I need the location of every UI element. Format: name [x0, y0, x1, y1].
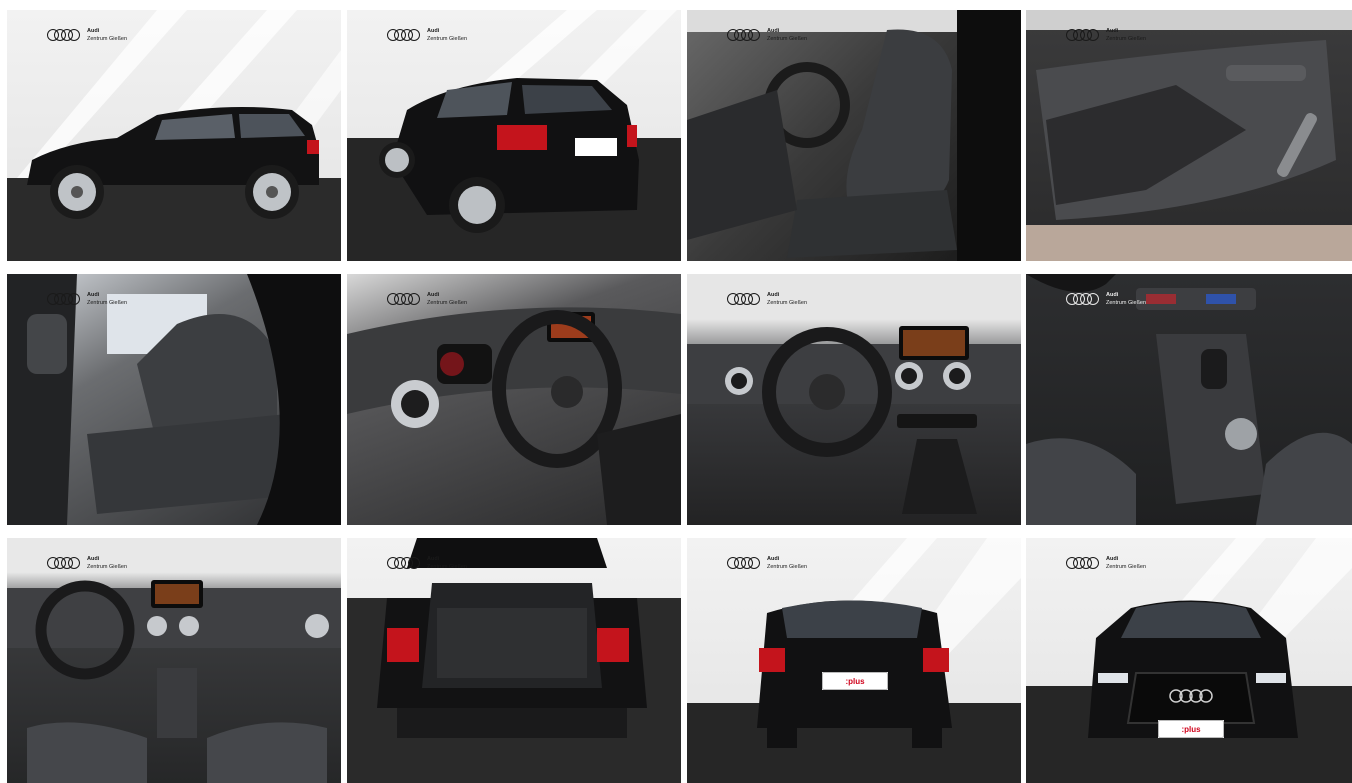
gallery-photo-rear-three-quarter[interactable]: Audi Zentrum Gießen [347, 10, 681, 261]
logo-brand: Audi [767, 292, 780, 298]
center-console-icon [1026, 274, 1352, 525]
gallery-photo-cockpit-overview[interactable]: Audi Zentrum Gießen [7, 538, 341, 783]
gallery-photo-door-panel[interactable]: Audi Zentrum Gießen [1026, 10, 1352, 261]
audi-rings-icon [727, 293, 760, 305]
license-plate: :plus [1158, 720, 1224, 738]
car-rear-three-quarter-icon [347, 10, 681, 261]
logo-brand: Audi [87, 556, 100, 562]
audi-rings-icon [387, 293, 420, 305]
logo-dealer: Zentrum Gießen [427, 300, 468, 306]
audi-rings-icon [727, 557, 760, 569]
audi-rings-icon [1066, 557, 1099, 569]
logo-brand: Audi [767, 28, 780, 34]
audi-rings-icon [47, 293, 80, 305]
audi-rings-icon [387, 557, 420, 569]
audi-rings-icon [1066, 29, 1099, 41]
audi-logo: Audi Zentrum Gießen [47, 291, 127, 307]
audi-logo: Audi Zentrum Gießen [387, 291, 467, 307]
gallery-photo-dashboard[interactable]: Audi Zentrum Gießen [687, 274, 1021, 525]
logo-brand: Audi [1106, 28, 1119, 34]
license-plate: :plus [822, 672, 888, 690]
logo-dealer: Zentrum Gießen [87, 36, 128, 42]
audi-logo: Audi Zentrum Gießen [727, 291, 807, 307]
audi-logo: Audi Zentrum Gießen [387, 27, 467, 43]
front-seats-icon [687, 10, 1021, 261]
audi-rings-icon [47, 29, 80, 41]
audi-rings-icon [387, 29, 420, 41]
gallery-photo-front-seats[interactable]: Audi Zentrum Gießen [687, 10, 1021, 261]
gallery-photo-trunk[interactable]: Audi Zentrum Gießen [347, 538, 681, 783]
audi-logo: Audi Zentrum Gießen [1066, 555, 1146, 571]
gallery-photo-center-console[interactable]: Audi Zentrum Gießen [1026, 274, 1352, 525]
logo-brand: Audi [427, 556, 440, 562]
audi-logo: Audi Zentrum Gießen [47, 27, 127, 43]
car-front-icon [1026, 538, 1352, 783]
audi-logo: Audi Zentrum Gießen [727, 555, 807, 571]
gallery-photo-rear[interactable]: :plus Audi Zentrum Gießen [687, 538, 1021, 783]
plate-text: :plus [1181, 724, 1201, 734]
logo-dealer: Zentrum Gießen [1106, 36, 1147, 42]
audi-rings-icon [47, 557, 80, 569]
studio-stripes-icon [7, 10, 341, 261]
logo-dealer: Zentrum Gießen [1106, 564, 1147, 570]
gallery-photo-rear-seats[interactable]: Audi Zentrum Gießen [7, 274, 341, 525]
logo-brand: Audi [427, 28, 440, 34]
logo-brand: Audi [87, 28, 100, 34]
logo-dealer: Zentrum Gießen [427, 36, 468, 42]
logo-dealer: Zentrum Gießen [767, 300, 808, 306]
audi-rings-icon [727, 29, 760, 41]
logo-brand: Audi [427, 292, 440, 298]
logo-dealer: Zentrum Gießen [87, 564, 128, 570]
trunk-icon [347, 538, 681, 783]
dashboard-icon [687, 326, 1021, 514]
gallery-photo-side-view[interactable]: Audi Zentrum Gießen [7, 10, 341, 261]
audi-logo: Audi Zentrum Gießen [1066, 27, 1146, 43]
audi-logo: Audi Zentrum Gießen [727, 27, 807, 43]
logo-dealer: Zentrum Gießen [427, 564, 468, 570]
logo-brand: Audi [1106, 556, 1119, 562]
logo-dealer: Zentrum Gießen [767, 564, 808, 570]
plate-text: :plus [845, 676, 865, 686]
cockpit-overview-icon [7, 580, 341, 783]
logo-brand: Audi [87, 292, 100, 298]
car-rear-icon [687, 538, 1021, 783]
logo-dealer: Zentrum Gießen [1106, 300, 1147, 306]
logo-brand: Audi [1106, 292, 1119, 298]
logo-brand: Audi [767, 556, 780, 562]
steering-wheel-icon [347, 307, 681, 525]
audi-logo: Audi Zentrum Gießen [387, 555, 467, 571]
logo-dealer: Zentrum Gießen [767, 36, 808, 42]
door-panel-icon [1026, 10, 1352, 261]
rear-seats-icon [7, 274, 341, 525]
audi-logo: Audi Zentrum Gießen [47, 555, 127, 571]
photo-gallery: Audi Zentrum Gießen Audi Zentrum Gießen [0, 0, 1352, 783]
gallery-photo-front[interactable]: :plus Audi Zentrum Gießen [1026, 538, 1352, 783]
audi-rings-icon [1066, 293, 1099, 305]
logo-dealer: Zentrum Gießen [87, 300, 128, 306]
audi-logo: Audi Zentrum Gießen [1066, 291, 1146, 307]
gallery-photo-steering-wheel[interactable]: Audi Zentrum Gießen [347, 274, 681, 525]
